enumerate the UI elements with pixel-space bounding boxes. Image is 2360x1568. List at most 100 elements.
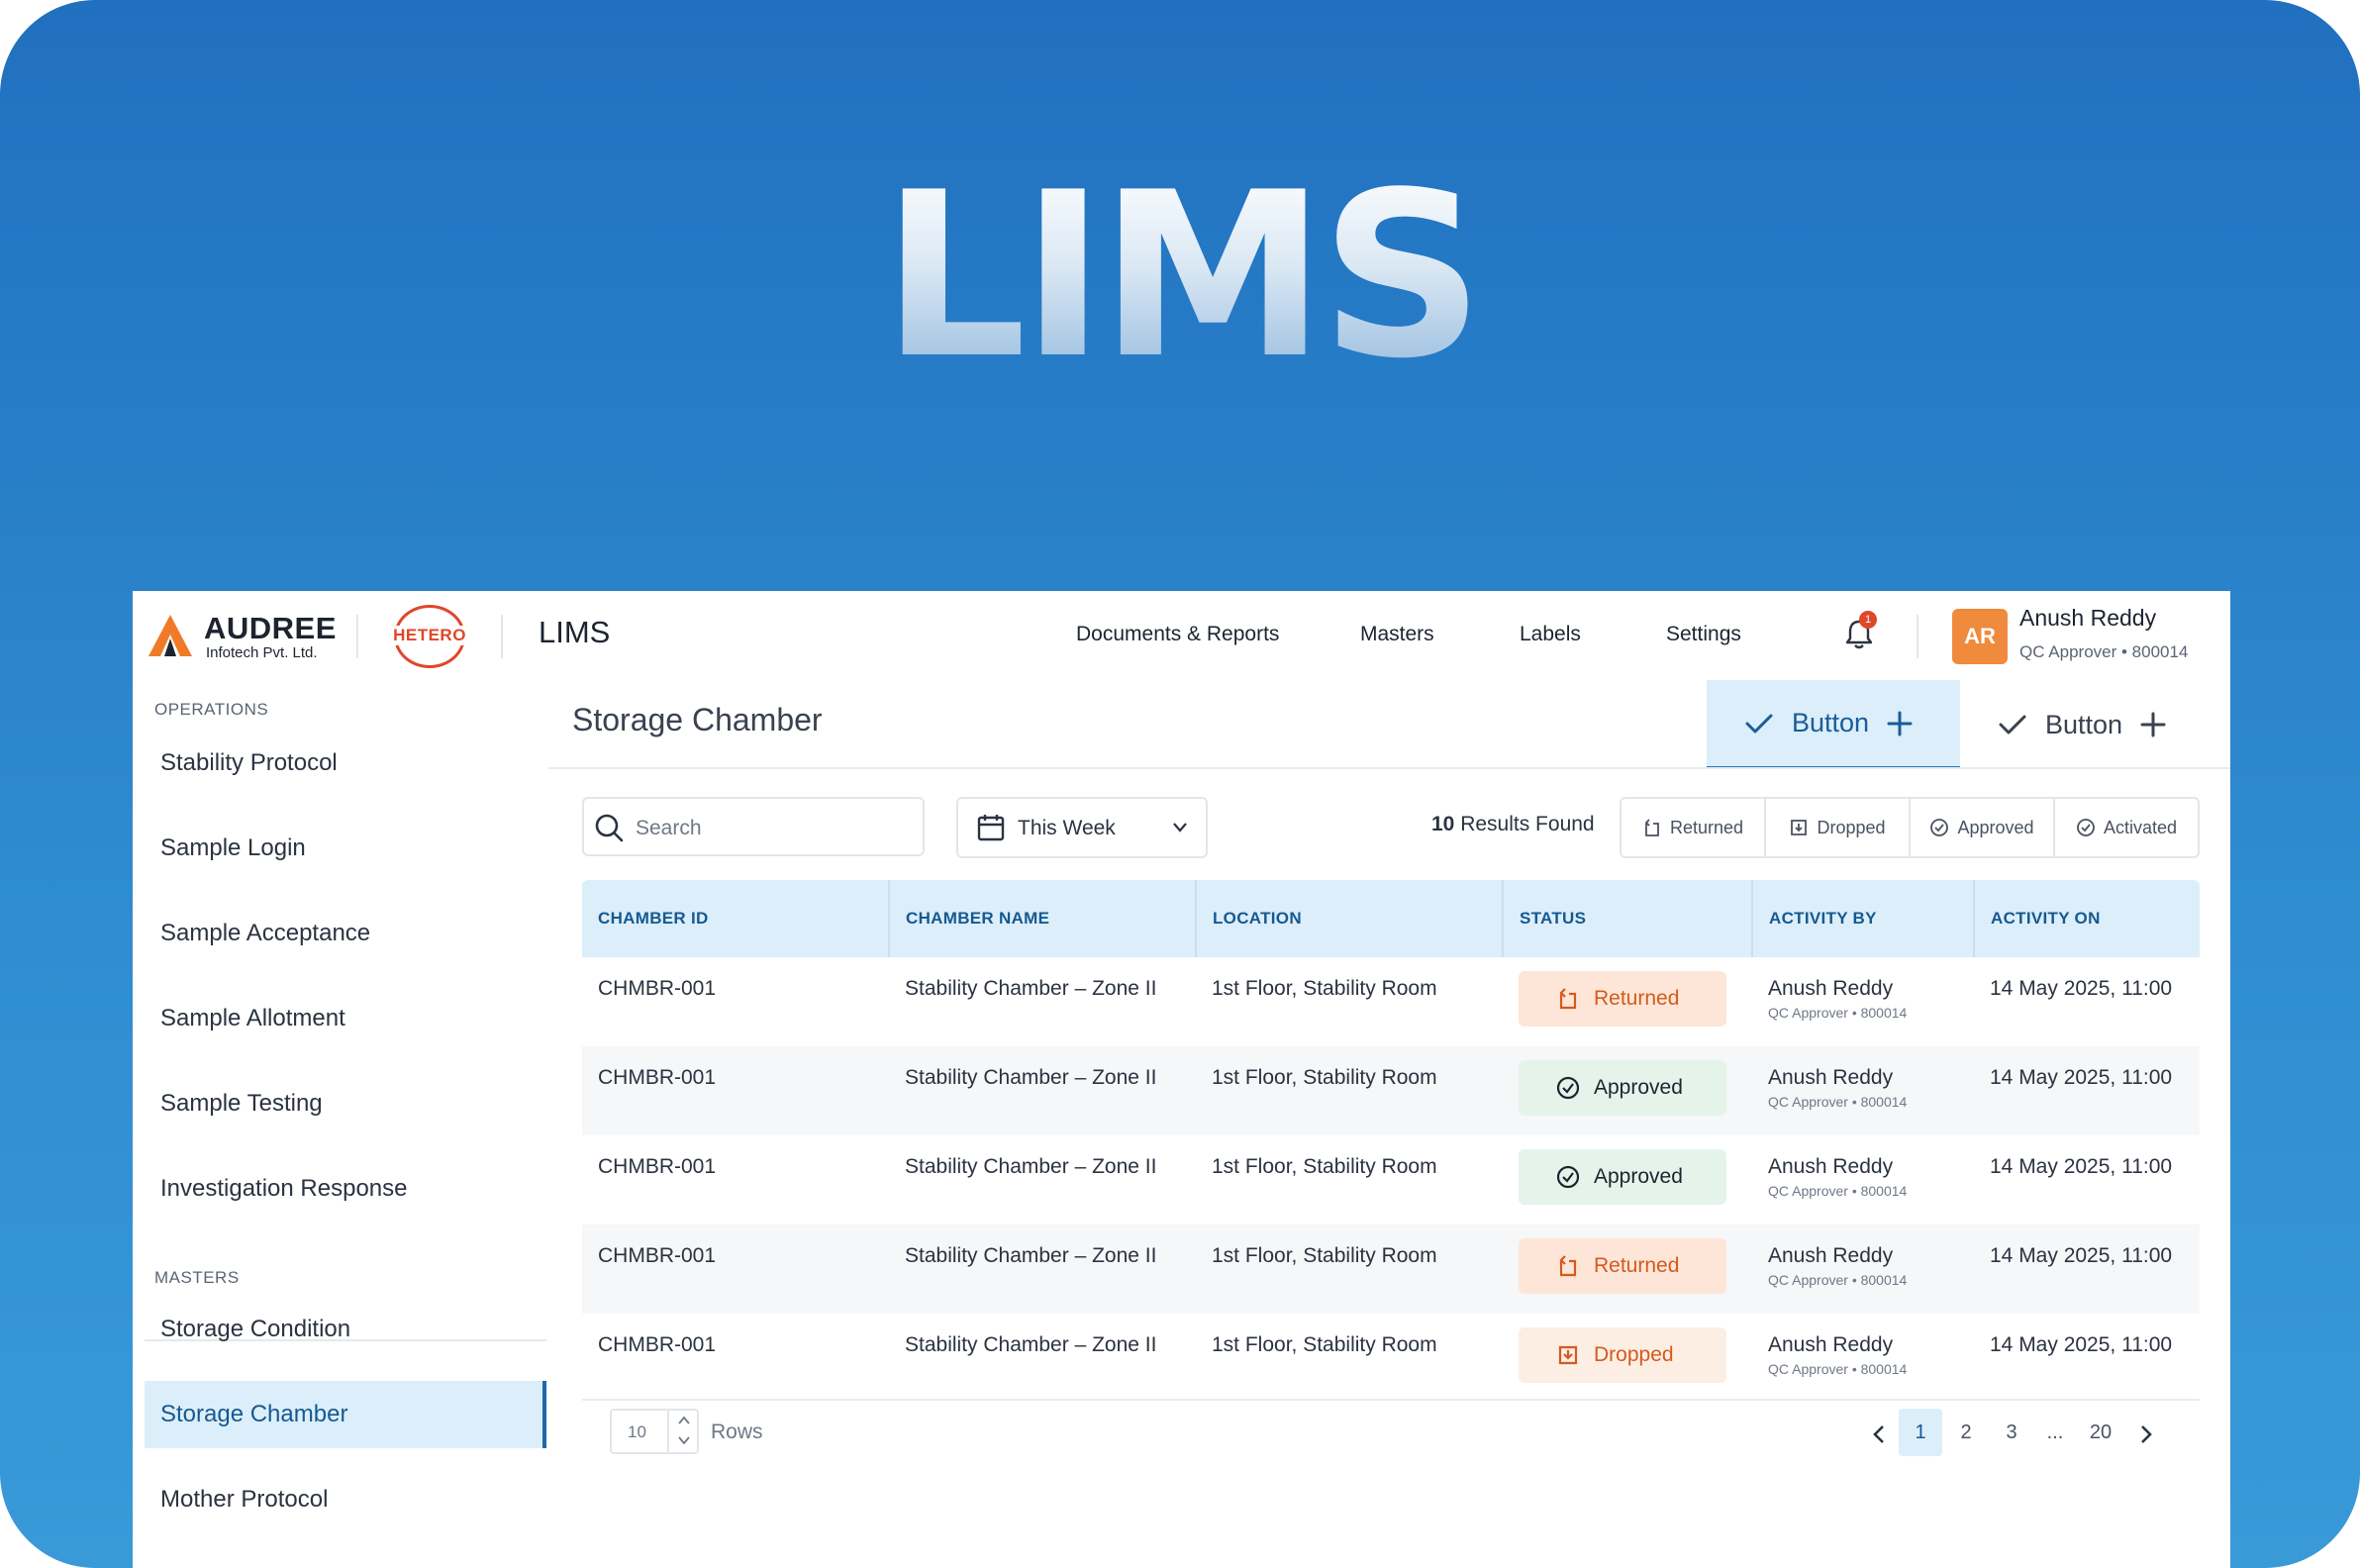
search-input[interactable]: Search	[582, 797, 925, 856]
date-filter-value: This Week	[1018, 817, 1116, 839]
cell-chamber-id: CHMBR-001	[582, 1225, 889, 1314]
notification-badge: 1	[1859, 611, 1877, 629]
nav-masters[interactable]: Masters	[1360, 623, 1434, 646]
primary-action-button[interactable]: Button	[1707, 680, 1960, 769]
cell-chamber-id: CHMBR-001	[598, 1333, 717, 1356]
table-row[interactable]: CHMBR-001 Stability Chamber – Zone II 1s…	[582, 957, 2200, 1046]
status-badge: Returned	[1519, 1238, 1726, 1294]
filter-dropped[interactable]: Dropped	[1766, 799, 1911, 856]
page-3[interactable]: 3	[1994, 1409, 2029, 1456]
status-filter-group: Returned Dropped Approved Activated	[1620, 797, 2200, 858]
avatar[interactable]: AR	[1952, 609, 2008, 664]
search-icon	[595, 814, 624, 842]
divider	[1917, 615, 1918, 658]
sidebar-section-operations: OPERATIONS	[154, 700, 269, 719]
cell-chamber-id: CHMBR-001	[582, 1046, 889, 1135]
cell-location: 1st Floor, Stability Room	[1196, 1225, 1503, 1314]
hetero-logo: HETERO	[387, 605, 472, 668]
approved-icon	[1556, 1165, 1580, 1189]
chevron-up-icon[interactable]	[677, 1415, 691, 1426]
background-frame: LIMS AUDREE Infotech Pvt. Ltd. HETERO LI…	[0, 0, 2360, 1568]
chevron-down-icon[interactable]	[677, 1434, 691, 1446]
sidebar-item-stability-protocol[interactable]: Stability Protocol	[145, 730, 546, 797]
plus-icon	[1887, 711, 1913, 735]
user-role: QC Approver • 800014	[2019, 642, 2189, 661]
sidebar-item-mother-protocol[interactable]: Mother Protocol	[145, 1466, 546, 1533]
sidebar-item-sample-login[interactable]: Sample Login	[145, 815, 546, 882]
cell-chamber-name: Stability Chamber – Zone II	[905, 977, 1157, 1000]
column-header-chamber-id[interactable]: CHAMBER ID	[582, 880, 890, 957]
table-row[interactable]: CHMBR-001 Stability Chamber – Zone II 1s…	[582, 1135, 2200, 1225]
approved-icon	[1556, 1076, 1580, 1100]
filter-approved[interactable]: Approved	[1911, 799, 2055, 856]
chamber-table: CHAMBER ID CHAMBER NAME LOCATION STATUS …	[582, 880, 2200, 1403]
column-header-location[interactable]: LOCATION	[1196, 880, 1504, 957]
returned-icon	[1559, 1255, 1577, 1277]
column-header-activity-on[interactable]: ACTIVITY ON	[1974, 880, 2200, 957]
dropped-icon	[1791, 820, 1808, 835]
chevron-left-icon[interactable]	[1869, 1422, 1889, 1446]
status-label: Returned	[1594, 987, 1680, 1010]
table-row[interactable]: CHMBR-001 Stability Chamber – Zone II 1s…	[582, 1225, 2200, 1314]
pagination-divider	[582, 1399, 2200, 1401]
results-count: 10 Results Found	[1431, 813, 1595, 836]
status-label: Returned	[1594, 1254, 1680, 1277]
sidebar-item-sample-acceptance[interactable]: Sample Acceptance	[145, 900, 546, 967]
activity-user-name: Anush Reddy	[1768, 1333, 1894, 1356]
page-ellipsis: ...	[2046, 1421, 2064, 1443]
returned-icon	[1644, 819, 1659, 836]
page-2[interactable]: 2	[1948, 1409, 1984, 1456]
activity-user-name: Anush Reddy	[1768, 977, 1894, 1000]
sidebar-item-storage-chamber[interactable]: Storage Chamber	[145, 1381, 546, 1448]
brand-subtitle: Infotech Pvt. Ltd.	[206, 644, 318, 661]
secondary-action-button[interactable]: Button	[1960, 680, 2212, 769]
sidebar-item-investigation-response[interactable]: Investigation Response	[145, 1155, 546, 1223]
nav-labels[interactable]: Labels	[1520, 623, 1581, 646]
app-title: LIMS	[539, 615, 611, 649]
chevron-right-icon[interactable]	[2136, 1422, 2156, 1446]
dropped-icon	[1558, 1345, 1578, 1365]
rows-per-page-stepper[interactable]: 10	[610, 1409, 699, 1454]
activity-user-role: QC Approver • 800014	[1768, 1005, 1908, 1021]
nav-documents-reports[interactable]: Documents & Reports	[1076, 623, 1279, 646]
sidebar-item-storage-condition[interactable]: Storage Condition	[145, 1296, 546, 1363]
column-header-chamber-name[interactable]: CHAMBER NAME	[889, 880, 1197, 957]
table-row[interactable]: CHMBR-001 Stability Chamber – Zone II 1s…	[582, 1314, 2200, 1403]
hero-title: LIMS	[0, 158, 2360, 396]
cell-activity-by: Anush Reddy QC Approver • 800014	[1752, 1046, 1974, 1135]
divider	[501, 615, 503, 658]
audree-logo[interactable]: AUDREE Infotech Pvt. Ltd.	[148, 611, 336, 661]
check-icon	[1745, 714, 1773, 733]
cell-activity-on: 14 May 2025, 11:00	[1990, 977, 2173, 1000]
status-badge: Returned	[1519, 971, 1726, 1027]
check-icon	[1999, 715, 2026, 735]
page-title: Storage Chamber	[572, 702, 823, 737]
rows-label: Rows	[711, 1421, 763, 1443]
activity-user-name: Anush Reddy	[1768, 1155, 1894, 1178]
page-1[interactable]: 1	[1899, 1409, 1942, 1456]
page-20[interactable]: 20	[2083, 1409, 2118, 1456]
results-number: 10	[1431, 813, 1455, 835]
column-header-status[interactable]: STATUS	[1503, 880, 1753, 957]
activity-user-role: QC Approver • 800014	[1768, 1272, 1908, 1288]
status-badge: Dropped	[1519, 1327, 1726, 1383]
cell-status: Dropped	[1503, 1314, 1752, 1403]
sidebar-item-sample-testing[interactable]: Sample Testing	[145, 1070, 546, 1137]
activity-user-name: Anush Reddy	[1768, 1244, 1894, 1267]
column-header-activity-by[interactable]: ACTIVITY BY	[1752, 880, 1975, 957]
user-name: Anush Reddy	[2019, 605, 2157, 631]
filter-label: Returned	[1669, 817, 1744, 837]
cell-chamber-id: CHMBR-001	[598, 1155, 717, 1178]
table-row[interactable]: CHMBR-001 Stability Chamber – Zone II 1s…	[582, 1046, 2200, 1135]
activity-user-name: Anush Reddy	[1768, 1066, 1894, 1089]
sidebar-item-sample-allotment[interactable]: Sample Allotment	[145, 985, 546, 1052]
filter-label: Dropped	[1817, 817, 1886, 837]
nav-settings[interactable]: Settings	[1666, 623, 1741, 646]
cell-chamber-name: Stability Chamber – Zone II	[905, 1155, 1157, 1178]
filter-returned[interactable]: Returned	[1622, 799, 1766, 856]
date-filter-dropdown[interactable]: This Week	[956, 797, 1208, 858]
stepper-controls[interactable]	[667, 1411, 699, 1452]
activity-user-role: QC Approver • 800014	[1768, 1361, 1908, 1377]
cell-chamber-name: Stability Chamber – Zone II	[889, 1046, 1196, 1135]
filter-activated[interactable]: Activated	[2055, 799, 2198, 856]
